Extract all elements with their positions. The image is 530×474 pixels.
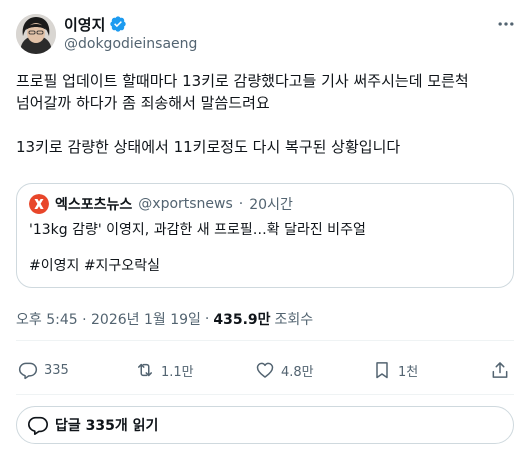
quoted-source-name: 엑스포츠뉴스 (55, 197, 133, 213)
meta-separator: · (204, 311, 210, 327)
quoted-headline: '13kg 감량' 이영지, 과감한 새 프로필…확 달라진 비주얼 (29, 222, 366, 238)
author-display-name[interactable]: 이영지 (64, 14, 105, 35)
quoted-source-handle: @xportsnews (138, 196, 233, 212)
reply-icon (18, 362, 38, 380)
author-name-row: 이영지 (64, 14, 127, 34)
retweet-icon (138, 363, 152, 377)
view-count: 435.9만 (213, 312, 271, 328)
author-handle[interactable]: @dokgodieinsaeng (64, 36, 197, 52)
quoted-post[interactable]: 엑스포츠뉴스 @xportsnews · 20시간 '13kg 감량' 이영지,… (16, 183, 514, 288)
tweet-text-line: 13키로 감량한 상태에서 11키로정도 다시 복구된 상황입니다 (16, 138, 401, 156)
tweet-text-line: 프로필 업데이트 할때마다 13키로 감량했다고들 기사 써주시는데 모른척 (16, 72, 469, 90)
quoted-hashtags[interactable]: #이영지 #지구오락실 (29, 256, 160, 276)
quoted-time: 20시간 (249, 197, 293, 213)
tweet-text: 프로필 업데이트 할때마다 13키로 감량했다고들 기사 써주시는데 모른척 넘… (16, 70, 516, 158)
read-replies-label: 답글 335개 읽기 (55, 418, 159, 434)
action-bar: 335 1.1만 4.8만 1천 (16, 352, 514, 388)
retweet-count: 1.1만 (161, 364, 194, 380)
bookmark-icon (376, 362, 388, 379)
share-action[interactable] (490, 352, 510, 388)
view-count-label: 조회수 (274, 312, 314, 328)
tweet-text-line: 넘어갈까 하다가 좀 죄송해서 말씀드려요 (16, 94, 270, 112)
post-timestamp[interactable]: 오후 5:45 · 2026년 1월 19일 (16, 309, 201, 329)
post-metadata: 오후 5:45 · 2026년 1월 19일 · 435.9만 조회수 (16, 309, 313, 329)
share-icon (492, 362, 508, 378)
retweet-action[interactable]: 1.1만 (135, 352, 194, 388)
avatar-image (16, 14, 56, 54)
like-count: 4.8만 (281, 364, 314, 380)
heart-icon (256, 362, 274, 378)
tweet-detail: 이영지 @dokgodieinsaeng 프로필 업데이트 할때마다 13키로 … (0, 0, 530, 474)
bookmark-count: 1천 (398, 364, 419, 380)
read-replies-button[interactable]: 답글 335개 읽기 (16, 406, 514, 444)
conversation-icon (28, 416, 48, 435)
more-dots-icon (498, 22, 514, 26)
quoted-separator: · (238, 196, 244, 212)
divider (16, 394, 514, 395)
avatar[interactable] (16, 14, 56, 54)
like-action[interactable]: 4.8만 (255, 352, 314, 388)
quoted-post-header: 엑스포츠뉴스 @xportsnews · 20시간 (29, 194, 293, 214)
verified-badge-icon[interactable] (109, 15, 127, 33)
more-options-button[interactable] (492, 10, 520, 38)
xportsnews-logo-icon (29, 194, 49, 214)
reply-action[interactable]: 335 (18, 352, 69, 388)
reply-count: 335 (44, 362, 69, 378)
divider (16, 340, 514, 341)
bookmark-action[interactable]: 1천 (372, 352, 418, 388)
